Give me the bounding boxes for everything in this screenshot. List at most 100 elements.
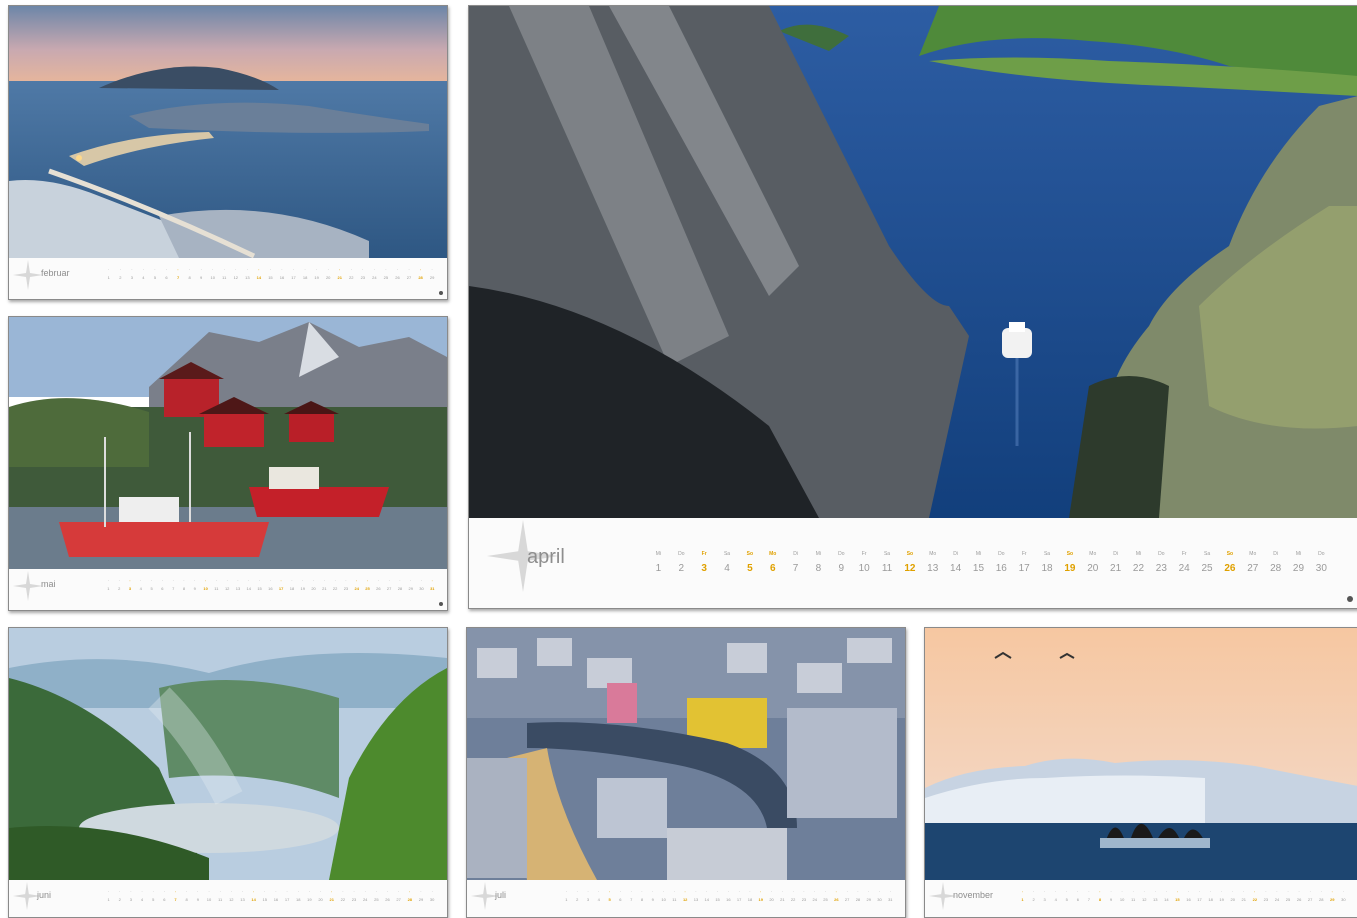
calendar-page-april[interactable]: ​ april Mi1Do2Fr3Sa4So5Mo6Di7Mi8Do9Fr10S… — [468, 5, 1357, 609]
day-cell: · 4 — [136, 889, 147, 902]
weekday-mark: · — [1342, 889, 1345, 894]
weekday-mark: · — [396, 267, 399, 272]
day-cell: · 6 — [161, 267, 173, 280]
weekday-mark: · — [292, 267, 295, 272]
weekday-mark: · — [576, 889, 578, 894]
weekday-mark: · — [706, 889, 708, 894]
day-cell: · 22 — [1249, 889, 1260, 902]
day-number: 28 — [1318, 897, 1324, 902]
calendar-page-mai[interactable]: mai · 1 · 2 · 3 · 4 · 5 · 6 · 7 · 8 · 9 · 10 · 11 · 12 · 13 · 14 · 15… — [8, 316, 448, 611]
day-number: 30 — [1315, 563, 1327, 574]
day-cell: · 12 — [230, 267, 242, 280]
day-number: 17 — [1197, 897, 1202, 902]
weekday-mark: · — [212, 267, 214, 272]
day-cell: · 8 — [184, 267, 196, 280]
weekday-mark: · — [431, 267, 433, 272]
day-cell: · 26 — [392, 267, 404, 280]
day-cell: · 27 — [384, 578, 395, 591]
weekday-label: Mo — [769, 551, 777, 557]
day-number: 6 — [161, 586, 164, 591]
day-number: 21 — [780, 897, 785, 902]
day-number: 25 — [383, 275, 389, 280]
day-cell: · 23 — [357, 267, 369, 280]
weekday-mark: · — [308, 889, 311, 894]
day-number: 18 — [747, 897, 753, 902]
day-number: 8 — [185, 897, 188, 902]
day-number: 16 — [279, 275, 285, 280]
weekday-mark: · — [652, 889, 654, 894]
calendar-page-juni[interactable]: juni · 1 · 2 · 3 · 4 · 5 · 6 · 7 · 8 · 9 · 10 · 11 · 12 · 13 · 14 · 1… — [8, 627, 448, 918]
day-cell: · 10 — [1117, 889, 1128, 902]
weekday-mark: · — [353, 889, 355, 894]
day-number: 12 — [682, 897, 688, 902]
weekday-mark: · — [1165, 889, 1168, 894]
day-cell: · 3 — [1039, 889, 1050, 902]
day-cell: · 5 — [149, 267, 161, 280]
weekday-mark: · — [163, 889, 166, 894]
day-number: 5 — [150, 586, 153, 591]
day-number: 10 — [210, 275, 215, 280]
day-cell: · 3 — [126, 267, 138, 280]
weekday-mark: · — [142, 267, 145, 272]
day-number: 7 — [792, 563, 799, 574]
day-cell: · 12 — [1139, 889, 1150, 902]
day-cell: Fr 3 — [693, 551, 716, 574]
day-number: 26 — [834, 897, 839, 902]
day-number: 2 — [678, 563, 685, 574]
day-cell: · 11 — [215, 889, 226, 902]
weekday-mark: · — [131, 267, 133, 272]
day-cell: · 26 — [373, 578, 384, 591]
day-cell: Fr 17 — [1013, 551, 1036, 574]
weekday-mark: · — [226, 578, 228, 583]
weekday-mark: · — [630, 889, 632, 894]
day-cell: Mo 20 — [1081, 551, 1104, 574]
day-cell: · 26 — [382, 889, 393, 902]
calendar-page-juli[interactable]: juli · 1 · 2 · 3 · 4 · 5 · 6 · 7 · 8 · 9 · 10 · 11 · 12 · 13 · 14 · 1… — [466, 627, 906, 918]
day-cell: Mi 8 — [807, 551, 830, 574]
weekday-mark: · — [141, 889, 143, 894]
weekday-mark: · — [868, 889, 870, 894]
day-number: 18 — [302, 275, 308, 280]
day-number: 18 — [1208, 897, 1213, 902]
calendar-page-november[interactable]: november · 1 · 2 · 3 · 4 · 5 · 6 · 7 · 8 · 9 · 10 · 11 · 12 · 13 ·… — [924, 627, 1357, 918]
weekday-mark: · — [1154, 889, 1156, 894]
weekday-mark: · — [161, 578, 164, 583]
weekday-mark: · — [186, 889, 188, 894]
calendar-page-februar[interactable]: februar · 1 · 2 · 3 · 4 · 5 · 6 · 7 · 8 · 9 · 10 · 11 · 12 · 13 · 1… — [8, 5, 448, 300]
weekday-mark: · — [188, 267, 191, 272]
day-cell: · 21 — [777, 889, 788, 902]
weekday-mark: · — [373, 267, 376, 272]
day-number: 24 — [354, 586, 359, 591]
weekday-mark: · — [889, 889, 891, 894]
day-cell: · 20 — [308, 578, 319, 591]
weekday-mark: · — [327, 267, 329, 272]
day-cell: · 1 — [103, 889, 114, 902]
month-name: februar — [41, 268, 70, 278]
day-number: 12 — [229, 897, 234, 902]
day-cell: · 15 — [265, 267, 277, 280]
weekday-mark: · — [420, 578, 423, 583]
day-cell: · 19 — [755, 889, 766, 902]
weekday-mark: · — [183, 578, 185, 583]
day-number: 30 — [429, 897, 435, 902]
weekday-mark: · — [297, 889, 299, 894]
day-cell: · 16 — [265, 578, 276, 591]
day-cell: · 26 — [831, 889, 842, 902]
day-number: 22 — [340, 897, 346, 902]
weekday-mark: · — [1088, 889, 1090, 894]
day-number: 11 — [672, 897, 677, 902]
day-cell: · 22 — [345, 267, 357, 280]
day-cell: Mi 29 — [1287, 551, 1310, 574]
weekday-mark: · — [248, 578, 250, 583]
day-cell: · 27 — [393, 889, 404, 902]
day-number: 17 — [291, 275, 296, 280]
day-cell: · 11 — [211, 578, 222, 591]
weekday-mark: · — [319, 889, 322, 894]
day-cell: Do 9 — [830, 551, 853, 574]
day-number: 24 — [1178, 563, 1190, 574]
weekday-mark: · — [172, 578, 174, 583]
day-cell: · 19 — [1216, 889, 1227, 902]
day-number: 12 — [1141, 897, 1147, 902]
weekday-mark: · — [302, 578, 304, 583]
day-cell: · 22 — [788, 889, 799, 902]
